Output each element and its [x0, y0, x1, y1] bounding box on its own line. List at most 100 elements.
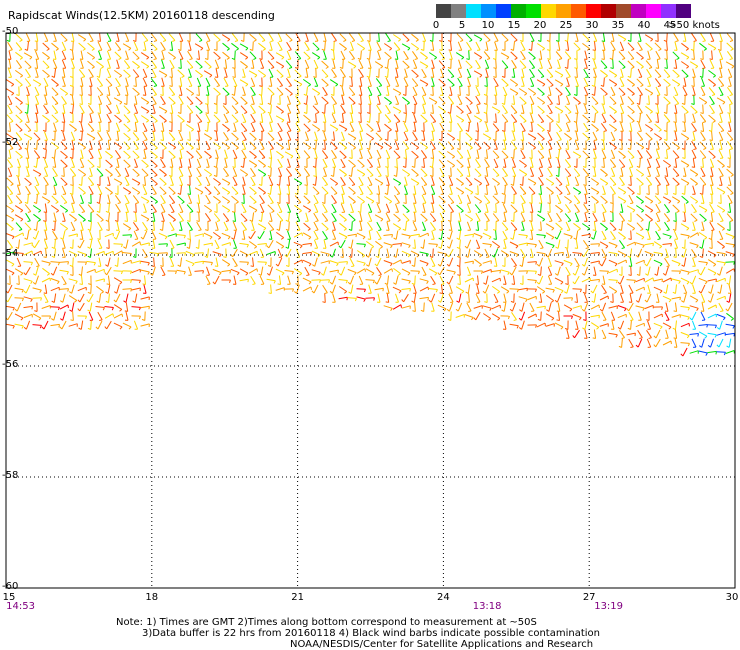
wind-barb-feather [585, 175, 590, 177]
wind-barb [431, 131, 435, 141]
wind-barb [340, 203, 346, 213]
wind-barb [385, 32, 391, 42]
wind-barb [402, 33, 410, 41]
wind-barb [475, 41, 481, 51]
wind-barb-feather [720, 310, 724, 312]
wind-barb-feather [497, 110, 501, 114]
wind-barb [593, 140, 597, 150]
wind-barb [240, 222, 248, 230]
wind-barb [618, 60, 626, 68]
wind-barb-feather [225, 175, 229, 177]
wind-barb-feather [198, 229, 202, 231]
wind-barb-feather [560, 83, 564, 87]
wind-barb-feather [506, 56, 510, 60]
wind-barb [645, 150, 653, 158]
wind-barb-feather [119, 281, 123, 285]
wind-barb [464, 314, 474, 318]
wind-barb [414, 239, 416, 249]
wind-barb [392, 259, 402, 265]
wind-barb-feather [477, 166, 481, 168]
wind-barb [575, 239, 579, 249]
wind-barb-feather [18, 148, 22, 150]
wind-barb [188, 68, 192, 78]
wind-barb [608, 305, 618, 309]
wind-barb-feather [591, 237, 595, 240]
wind-barb-feather [729, 139, 733, 141]
wind-barb-feather [27, 193, 31, 195]
wind-barb [518, 296, 528, 300]
wind-barb [402, 60, 410, 68]
wind-barb-feather [374, 281, 378, 285]
wind-barb [41, 260, 51, 264]
wind-barb-feather [82, 219, 86, 222]
wind-barb [160, 203, 166, 213]
wind-barb [257, 169, 267, 175]
wind-barb [555, 186, 563, 194]
wind-barb [222, 42, 230, 50]
wind-barb [429, 222, 437, 230]
wind-barb [133, 230, 139, 240]
wind-barb [296, 158, 300, 168]
wind-barb-feather [55, 120, 59, 123]
wind-barb-feather [572, 272, 576, 276]
wind-barb-feather [505, 39, 509, 42]
wind-barb-feather [531, 76, 535, 78]
wind-barb [89, 230, 93, 240]
wind-barb [42, 51, 50, 59]
wind-barb-feather [613, 147, 617, 150]
wind-barb [584, 212, 588, 222]
wind-barb-feather [658, 75, 662, 78]
wind-barb [466, 221, 472, 231]
wind-barb-feather [549, 103, 553, 105]
wind-barb-feather [698, 272, 702, 276]
wind-barb [719, 68, 723, 78]
wind-barb-feather [531, 67, 535, 69]
wind-barb [43, 105, 49, 113]
wind-barb-feather [564, 39, 568, 42]
wind-barb [375, 132, 383, 140]
wind-barb [603, 158, 605, 168]
wind-barb [683, 32, 687, 42]
wind-barb [43, 77, 49, 87]
wind-barb [61, 96, 67, 104]
wind-barb [647, 77, 651, 87]
wind-barb-feather [595, 201, 599, 204]
wind-barb [152, 131, 156, 141]
wind-barb [592, 212, 598, 222]
wind-barb [123, 159, 131, 167]
wind-barb [716, 277, 726, 283]
wind-barb [576, 293, 578, 303]
wind-barb [440, 230, 444, 240]
wind-barb [376, 221, 382, 231]
wind-barb [7, 293, 13, 303]
wind-barb [448, 248, 454, 258]
wind-barb [107, 257, 111, 267]
wind-barb [582, 223, 590, 229]
wind-barb-feather [229, 270, 231, 274]
wind-barb [528, 186, 536, 194]
wind-barb [250, 167, 256, 177]
wind-barb-feather [351, 265, 355, 267]
wind-barb-feather [428, 299, 432, 303]
wind-barb [554, 79, 564, 85]
wind-barb-feather [18, 67, 22, 69]
wind-barb [440, 284, 444, 294]
wind-barb [213, 177, 221, 185]
wind-barb [574, 266, 580, 276]
wind-barb [132, 222, 140, 230]
wind-barb [77, 251, 87, 255]
wind-barb-feather [51, 300, 55, 303]
wind-barb-feather [612, 193, 616, 195]
wind-barb-feather [268, 157, 272, 159]
wind-barb-feather [695, 65, 699, 69]
wind-barb [72, 311, 74, 321]
wind-barb-feather [559, 228, 563, 231]
wind-barb [728, 203, 732, 213]
wind-barb [44, 131, 48, 141]
wind-barb [240, 213, 248, 221]
wind-barb-feather [99, 319, 103, 321]
wind-barb [492, 177, 500, 185]
wind-barb [221, 187, 231, 193]
wind-barb-feather [416, 48, 419, 51]
wind-barb [61, 41, 67, 51]
